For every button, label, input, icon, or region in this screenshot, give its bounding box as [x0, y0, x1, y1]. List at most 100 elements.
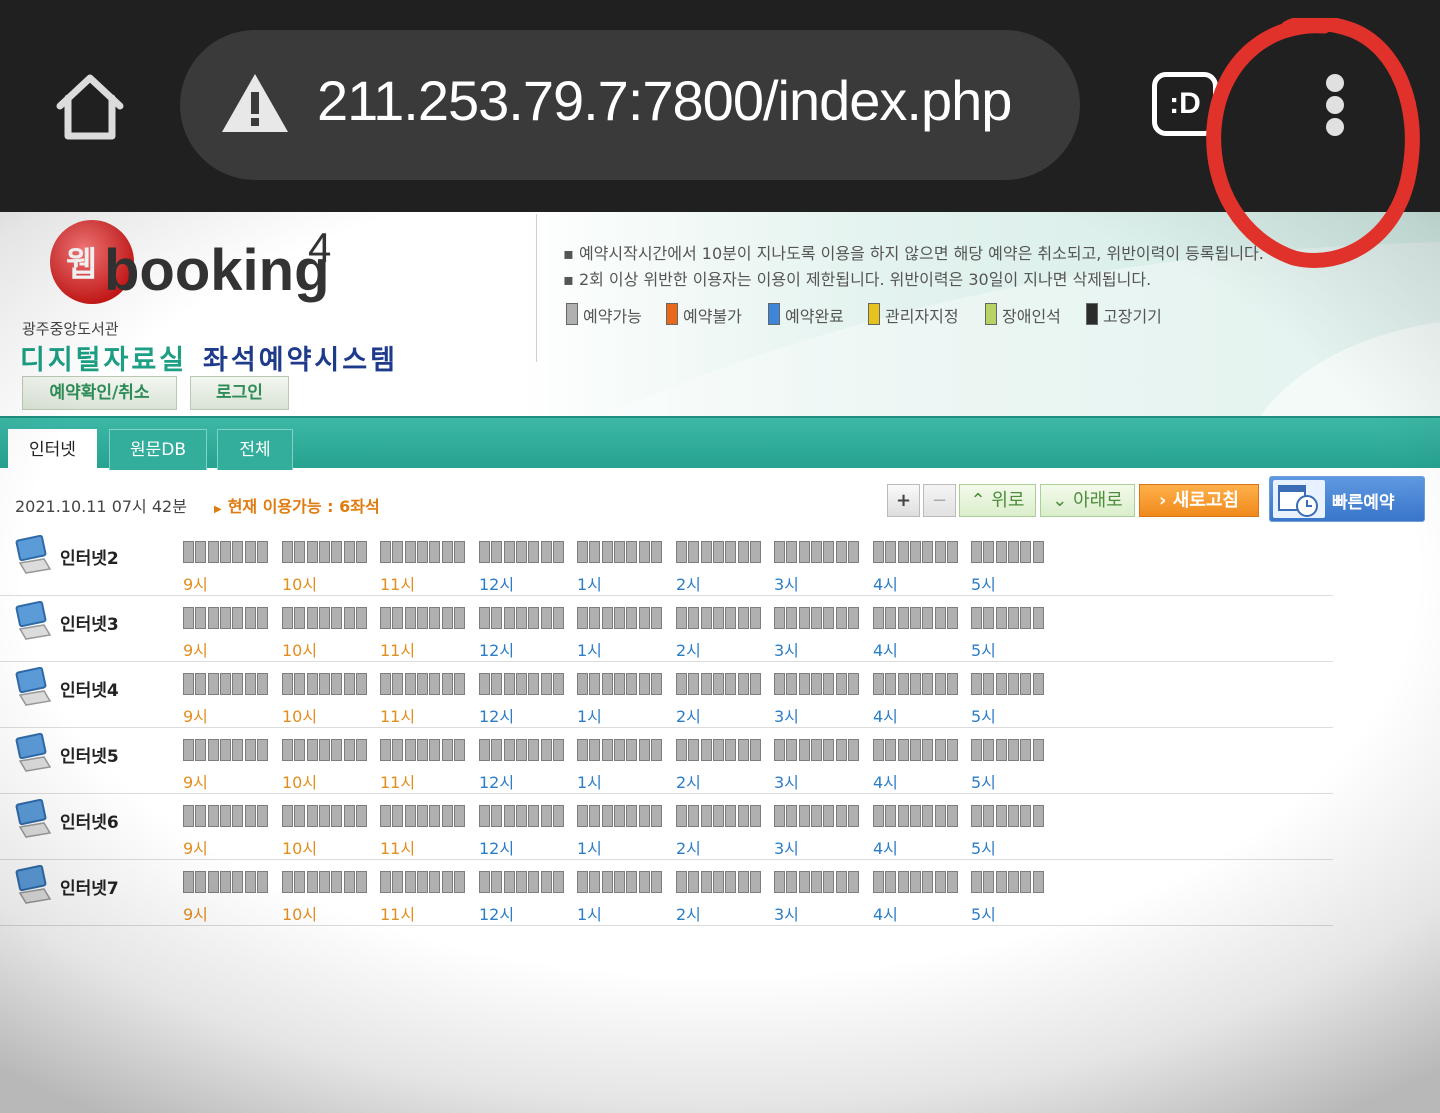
time-slot-cell[interactable]: [638, 805, 650, 827]
time-slot-cell[interactable]: [318, 541, 330, 563]
reservation-confirm-button[interactable]: 예약확인/취소: [22, 376, 177, 410]
time-slot-cell[interactable]: [626, 607, 638, 629]
time-slot-cell[interactable]: [700, 673, 712, 695]
time-slot-cell[interactable]: [331, 739, 343, 761]
home-icon[interactable]: [52, 68, 128, 144]
time-slot-cell[interactable]: [823, 805, 835, 827]
time-slot-cell[interactable]: [613, 739, 625, 761]
time-slot-cell[interactable]: [934, 541, 946, 563]
time-slot-cell[interactable]: [306, 871, 318, 893]
time-slot-cell[interactable]: [318, 607, 330, 629]
time-slot-cell[interactable]: [540, 739, 552, 761]
time-slot-cell[interactable]: [749, 541, 761, 563]
time-slot-cell[interactable]: [195, 805, 207, 827]
time-slot-cell[interactable]: [712, 541, 724, 563]
time-slot-cell[interactable]: [244, 805, 256, 827]
time-slot-cell[interactable]: [207, 739, 219, 761]
time-slot-cell[interactable]: [676, 739, 687, 761]
time-slot-cell[interactable]: [441, 541, 453, 563]
time-slot-cell[interactable]: [1020, 871, 1032, 893]
time-slot-cell[interactable]: [256, 673, 268, 695]
tab-switcher-button[interactable]: :D: [1152, 72, 1218, 136]
time-slot-cell[interactable]: [392, 607, 404, 629]
time-slot-cell[interactable]: [737, 541, 749, 563]
time-slot-cell[interactable]: [725, 541, 737, 563]
time-slot-cell[interactable]: [244, 739, 256, 761]
time-slot-cell[interactable]: [786, 673, 798, 695]
time-slot-cell[interactable]: [971, 739, 982, 761]
time-slot-cell[interactable]: [909, 673, 921, 695]
time-slot-cell[interactable]: [441, 607, 453, 629]
time-slot-cell[interactable]: [355, 871, 367, 893]
time-slot-cell[interactable]: [909, 739, 921, 761]
time-slot-cell[interactable]: [404, 673, 416, 695]
time-slot-cell[interactable]: [971, 871, 982, 893]
time-slot-cell[interactable]: [441, 871, 453, 893]
time-slot-cell[interactable]: [528, 739, 540, 761]
time-slot-cell[interactable]: [343, 739, 355, 761]
time-slot-cell[interactable]: [638, 541, 650, 563]
time-slot-cell[interactable]: [749, 871, 761, 893]
time-slot-cell[interactable]: [786, 739, 798, 761]
time-slot-cell[interactable]: [294, 673, 306, 695]
time-slot-cell[interactable]: [294, 739, 306, 761]
time-slot-cell[interactable]: [207, 805, 219, 827]
time-slot-cell[interactable]: [355, 673, 367, 695]
time-slot-cell[interactable]: [1007, 673, 1019, 695]
time-slot-cell[interactable]: [380, 541, 391, 563]
time-slot-cell[interactable]: [749, 739, 761, 761]
time-slot-cell[interactable]: [219, 739, 231, 761]
time-slot-cell[interactable]: [183, 805, 194, 827]
time-slot-cell[interactable]: [429, 805, 441, 827]
time-slot-cell[interactable]: [626, 541, 638, 563]
time-slot-cell[interactable]: [798, 607, 810, 629]
time-slot-cell[interactable]: [786, 805, 798, 827]
time-slot-cell[interactable]: [195, 673, 207, 695]
time-slot-cell[interactable]: [380, 739, 391, 761]
time-slot-cell[interactable]: [1007, 607, 1019, 629]
time-slot-cell[interactable]: [577, 805, 588, 827]
time-slot-cell[interactable]: [331, 607, 343, 629]
time-slot-cell[interactable]: [453, 607, 465, 629]
time-slot-cell[interactable]: [1007, 871, 1019, 893]
time-slot-cell[interactable]: [946, 805, 958, 827]
time-slot-cell[interactable]: [971, 805, 982, 827]
time-slot-cell[interactable]: [479, 541, 490, 563]
time-slot-cell[interactable]: [491, 871, 503, 893]
time-slot-cell[interactable]: [589, 739, 601, 761]
time-slot-cell[interactable]: [847, 607, 859, 629]
time-slot-cell[interactable]: [835, 607, 847, 629]
time-slot-cell[interactable]: [601, 673, 613, 695]
time-slot-cell[interactable]: [835, 805, 847, 827]
time-slot-cell[interactable]: [540, 673, 552, 695]
time-slot-cell[interactable]: [613, 805, 625, 827]
time-slot-cell[interactable]: [885, 673, 897, 695]
time-slot-cell[interactable]: [306, 673, 318, 695]
time-slot-cell[interactable]: [737, 739, 749, 761]
time-slot-cell[interactable]: [429, 871, 441, 893]
time-slot-cell[interactable]: [256, 871, 268, 893]
time-slot-cell[interactable]: [343, 871, 355, 893]
time-slot-cell[interactable]: [885, 805, 897, 827]
time-slot-cell[interactable]: [712, 739, 724, 761]
time-slot-cell[interactable]: [453, 541, 465, 563]
time-slot-cell[interactable]: [995, 541, 1007, 563]
time-slot-cell[interactable]: [589, 805, 601, 827]
time-slot-cell[interactable]: [737, 607, 749, 629]
time-slot-cell[interactable]: [688, 607, 700, 629]
time-slot-cell[interactable]: [922, 805, 934, 827]
time-slot-cell[interactable]: [441, 739, 453, 761]
time-slot-cell[interactable]: [786, 541, 798, 563]
time-slot-cell[interactable]: [897, 673, 909, 695]
time-slot-cell[interactable]: [688, 541, 700, 563]
time-slot-cell[interactable]: [613, 673, 625, 695]
time-slot-cell[interactable]: [343, 673, 355, 695]
time-slot-cell[interactable]: [552, 607, 564, 629]
time-slot-cell[interactable]: [306, 739, 318, 761]
time-slot-cell[interactable]: [798, 805, 810, 827]
time-slot-cell[interactable]: [725, 673, 737, 695]
time-slot-cell[interactable]: [712, 805, 724, 827]
time-slot-cell[interactable]: [540, 541, 552, 563]
time-slot-cell[interactable]: [404, 739, 416, 761]
address-bar[interactable]: 211.253.79.7:7800/index.php: [180, 30, 1080, 180]
